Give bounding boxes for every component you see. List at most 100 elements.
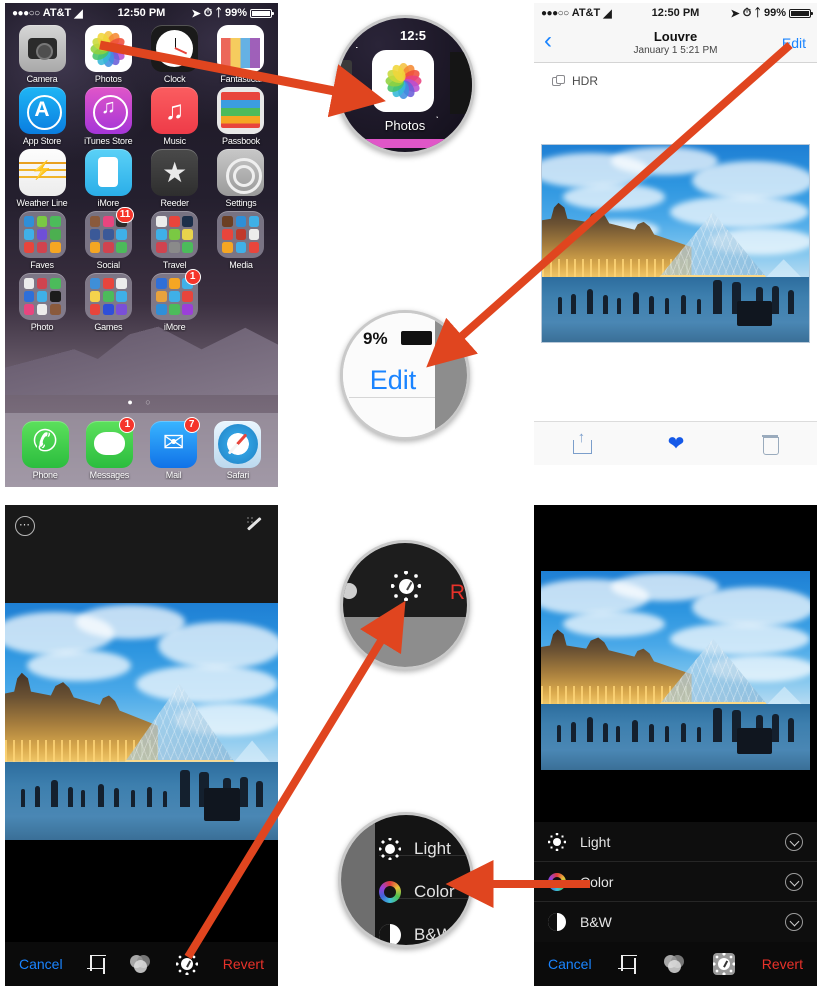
badge-count: 1 [184,269,201,285]
edit-button[interactable]: Edit [782,35,806,51]
louvre-photo [5,603,278,840]
magnifier-edit-label: Edit [369,365,417,395]
app-label: Weather Line [16,198,68,208]
folder-icon [84,273,132,320]
app-row: Photo Games 1 iMore [11,269,272,332]
folder-media[interactable]: Media [210,211,272,270]
badge-count: 11 [115,207,135,223]
folder-social[interactable]: 11 Social [77,207,139,270]
adjust-row-light[interactable]: Light [534,822,817,862]
adjust-dial-icon[interactable] [176,953,199,975]
app-imore[interactable]: iMore [77,149,139,208]
clock-icon [151,25,199,72]
app-label: Faves [30,260,54,270]
app-label: Safari [226,469,250,480]
crop-icon[interactable] [618,954,637,974]
app-label: Photos [94,74,122,84]
adjustment-list: Light Color B&W [534,822,817,942]
status-bar-left: ●●●○○ AT&T ◢ [5,7,83,20]
filters-icon[interactable] [130,955,152,973]
magnifier-app-label: Photos [384,118,426,133]
folder-icon [18,211,66,258]
app-reeder[interactable]: Reeder [144,149,206,208]
app-camera[interactable]: Camera [11,25,73,84]
location-arrow-icon: ➤ [191,7,201,20]
app-settings[interactable]: Settings [210,149,272,208]
app-fantastical[interactable]: Fantastical [210,25,272,84]
app-row: Faves 11 Social Travel Media [11,207,272,270]
folder-games[interactable]: Games [77,273,139,332]
adjust-row-bw[interactable]: B&W [534,902,817,942]
folder-faves[interactable]: Faves [11,211,73,270]
adjustments-panel: Light Color B&W Cancel Revert [534,505,817,986]
black-white-icon [548,913,566,931]
more-options-icon[interactable]: ⋯ [15,516,35,536]
dock: Phone 1 Messages 7 Mail Safari [5,413,278,487]
signal-dots-icon: ●●●○○ [541,7,569,19]
nav-title-group: Louvre January 1 5:21 PM [534,29,817,57]
magnifier-battery-fragment: 9% [363,329,388,348]
adjust-row-label: Color [580,873,614,890]
dock-messages[interactable]: 1 Messages [78,416,140,480]
adjust-row-label: B&W [580,914,612,930]
color-wheel-icon [379,881,401,903]
chevron-down-circle-icon[interactable] [785,872,803,891]
black-white-icon [379,924,401,945]
revert-button[interactable]: Revert [223,956,264,972]
app-label: Clock [163,74,186,84]
battery-icon [401,331,432,345]
app-label: App Store [22,136,62,146]
chevron-down-circle-icon[interactable] [785,913,803,931]
signal-dots-icon: ●●●○○ [12,7,40,19]
page-indicator: ● ○ [127,397,156,407]
crop-icon[interactable] [86,954,106,974]
app-app-store[interactable]: App Store [11,87,73,146]
color-wheel-icon [548,872,566,891]
filters-icon[interactable] [664,955,686,973]
app-label: Camera [26,74,58,84]
magnifier-row-label: B&W [414,925,453,944]
revert-button[interactable]: Revert [762,956,803,972]
empty-slot [210,273,272,332]
folder-travel[interactable]: Travel [144,211,206,270]
folder-photo[interactable]: Photo [11,273,73,332]
viewer-toolbar: ❤ [534,421,817,465]
photo-image[interactable] [541,144,810,343]
camera-icon [18,25,66,72]
dock-phone[interactable]: Phone [14,420,76,480]
editor-photo[interactable] [5,603,278,840]
app-row: Camera Photos Clock Fantastical [11,25,272,84]
magic-wand-icon[interactable] [245,515,267,537]
reeder-icon [151,149,199,196]
adjust-row-color[interactable]: Color [534,862,817,902]
chevron-down-circle-icon[interactable] [785,832,803,851]
app-itunes-store[interactable]: iTunes Store [77,87,139,146]
adjust-dial-icon[interactable] [712,953,735,975]
dock-safari[interactable]: Safari [207,420,269,480]
hdr-label: HDR [572,74,598,88]
cancel-button[interactable]: Cancel [19,956,63,972]
app-store-icon [18,87,66,134]
app-photos[interactable]: Photos [77,25,139,84]
app-label: Passbook [222,136,260,146]
share-icon[interactable] [572,429,592,454]
app-passbook[interactable]: Passbook [210,87,272,146]
photos-icon [372,50,434,112]
cancel-button[interactable]: Cancel [548,956,592,972]
app-weather-line[interactable]: Weather Line [11,149,73,208]
status-bar-left: ●●●○○ AT&T ◢ [534,7,612,20]
app-clock[interactable]: Clock [144,25,206,84]
app-row: Weather Line iMore Reeder Settings [11,149,272,208]
folder-imore[interactable]: 1 iMore [144,269,206,332]
carrier-label: AT&T [42,7,72,19]
trash-icon[interactable] [762,434,780,455]
heart-icon[interactable]: ❤ [668,434,685,454]
app-music[interactable]: Music [144,87,206,146]
adjust-dial-icon [391,571,421,601]
app-label: Fantastical [220,74,262,84]
adjust-photo[interactable] [541,571,810,770]
app-row: App Store iTunes Store Music Passbook [11,87,272,146]
dock-mail[interactable]: 7 Mail [143,416,205,480]
hdr-badge: HDR [534,63,817,88]
photo-editor-panel: ⋯ Cancel Revert [5,505,278,986]
